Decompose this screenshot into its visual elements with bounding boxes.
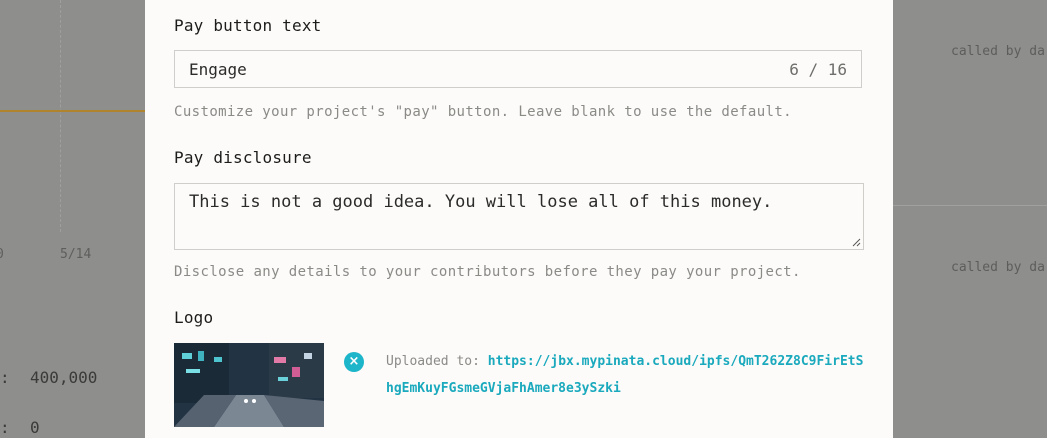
logo-label: Logo: [174, 308, 214, 327]
called-by-text: called by da: [951, 44, 1045, 59]
chart-x-tick: 0: [0, 247, 4, 262]
stat-value: 400,000: [30, 368, 98, 387]
edit-project-modal: Pay button text Engage 6 / 16 Customize …: [145, 0, 893, 438]
remove-logo-button[interactable]: ×: [344, 352, 364, 372]
logo-preview-image: [174, 343, 324, 427]
chart-gridline: [60, 0, 61, 232]
pay-button-text-input[interactable]: Engage 6 / 16: [174, 50, 862, 88]
pay-button-text-value: Engage: [189, 60, 247, 79]
chart-x-tick: 5/14: [60, 247, 92, 262]
stat-value: 0: [30, 418, 40, 437]
pay-disclosure-textarea[interactable]: This is not a good idea. You will lose a…: [174, 183, 864, 250]
pay-button-text-label: Pay button text: [174, 16, 322, 35]
uploaded-prefix: Uploaded to:: [386, 354, 488, 369]
pay-disclosure-label: Pay disclosure: [174, 148, 312, 167]
resize-handle-icon[interactable]: [851, 237, 861, 247]
pay-button-help-text: Customize your project's "pay" button. L…: [174, 104, 793, 120]
pay-disclosure-value: This is not a good idea. You will lose a…: [189, 192, 773, 212]
divider: [893, 205, 1047, 206]
pay-disclosure-help-text: Disclose any details to your contributor…: [174, 264, 801, 280]
called-by-text: called by da: [951, 260, 1045, 275]
chart-series-line: [0, 110, 145, 112]
logo-preview-art: [174, 343, 324, 427]
character-counter: 6 / 16: [789, 60, 847, 79]
upload-info: Uploaded to: https://jbx.mypinata.cloud/…: [386, 348, 866, 402]
